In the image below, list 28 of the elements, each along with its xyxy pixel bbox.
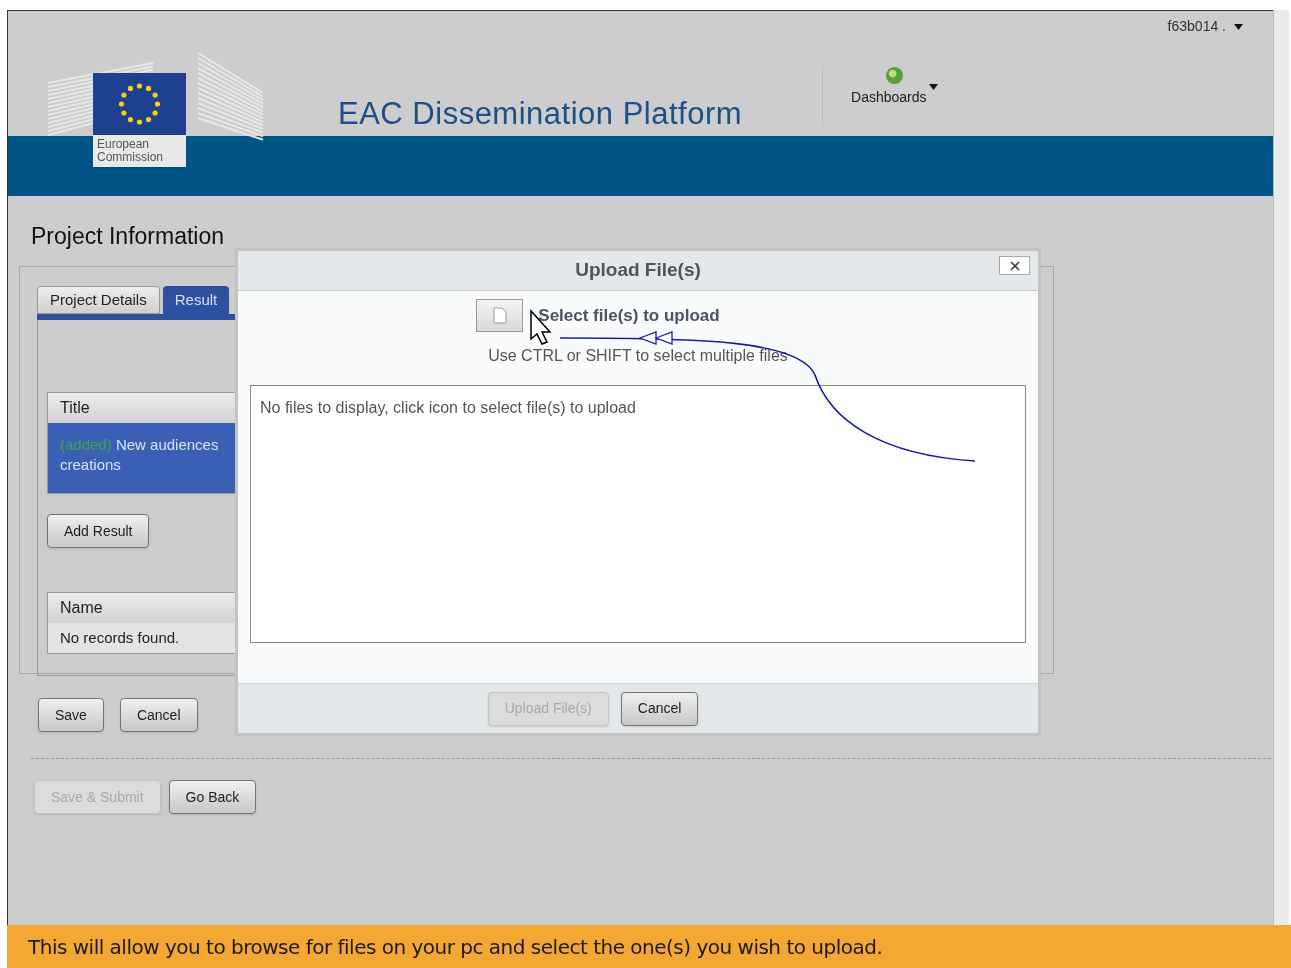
dialog-title: Upload File(s): [575, 258, 701, 283]
footer-button[interactable]: Go Back: [168, 780, 257, 814]
tab[interactable]: Project Details: [37, 286, 160, 314]
document-icon: [492, 307, 507, 324]
user-menu[interactable]: f63b014 .: [1167, 16, 1243, 37]
site-title: EAC Dissemination Platform: [338, 95, 743, 133]
select-hint: Use CTRL or SHIFT to select multiple files: [488, 346, 788, 366]
select-file-button[interactable]: [476, 299, 524, 332]
close-button[interactable]: [999, 256, 1030, 275]
form-button[interactable]: Save: [38, 698, 104, 732]
empty-message: No records found.: [48, 623, 236, 653]
empty-message: No files to display, click icon to select file(s) to upload: [260, 399, 636, 416]
column-header: Title: [48, 393, 236, 423]
result-row[interactable]: (added) New audiences creations: [48, 423, 236, 493]
dialog-button[interactable]: Cancel: [620, 691, 699, 726]
select-label: Select file(s) to upload: [538, 304, 720, 327]
add-result-button[interactable]: Add Result: [47, 514, 150, 548]
caret-icon: [928, 84, 938, 90]
form-button[interactable]: Cancel: [119, 698, 198, 732]
column-header: Name: [48, 593, 236, 623]
tab[interactable]: Result: [162, 286, 230, 314]
help-text: This will allow you to browse for files on your pc and select the one(s) you wish to upload.: [28, 933, 883, 961]
nav-menu-button[interactable]: Dashboards: [851, 66, 938, 108]
caret-icon: [1234, 23, 1243, 30]
logo-caption: European Commission: [93, 135, 186, 167]
page-title: Project Information: [31, 222, 226, 250]
eu-flag-icon: [93, 73, 186, 135]
globe-icon: [884, 66, 904, 85]
